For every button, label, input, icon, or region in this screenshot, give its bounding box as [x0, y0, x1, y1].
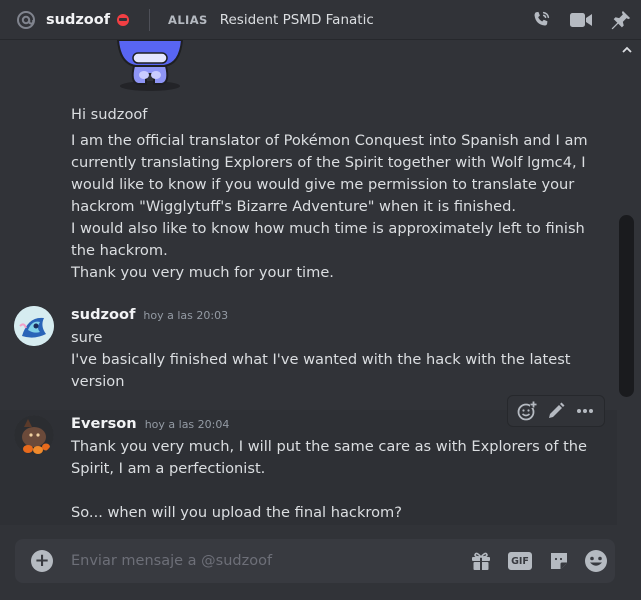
dm-header: sudzoof ALIAS Resident PSMD Fanatic — [0, 0, 641, 40]
message-header: Everson hoy a las 20:04 — [71, 415, 229, 432]
edit-icon[interactable] — [542, 398, 570, 424]
message-line: I am the official translator of Pokémon … — [71, 132, 588, 149]
message-input[interactable] — [71, 539, 451, 583]
message-line: Hi sudzoof — [71, 106, 148, 123]
message-list: Hi sudzoof I am the official translator … — [0, 40, 617, 525]
message-line: Thank you very much for your time. — [71, 264, 334, 281]
wumpus-image — [116, 40, 184, 91]
message-toolbar — [507, 395, 605, 427]
alias-label: ALIAS — [168, 12, 208, 27]
author-name[interactable]: Everson — [71, 415, 137, 432]
timestamp: hoy a las 20:03 — [143, 309, 229, 322]
message-line: currently translating Explorers of the S… — [71, 154, 586, 171]
scrollbar-thumb[interactable] — [619, 215, 634, 397]
message-line: sure — [71, 329, 103, 346]
message-line: Spirit, I am a perfectionist. — [71, 460, 266, 477]
message-line: So... when will you upload the final hac… — [71, 504, 402, 521]
author-name[interactable]: sudzoof — [71, 306, 135, 323]
add-reaction-icon[interactable] — [513, 398, 541, 424]
message-composer: + GIF — [15, 539, 615, 583]
header-divider — [149, 8, 151, 31]
avatar-sudzoof[interactable] — [14, 306, 54, 346]
gift-icon[interactable] — [467, 547, 495, 575]
composer-area: + GIF — [0, 525, 641, 600]
timestamp: hoy a las 20:04 — [144, 418, 230, 431]
gif-icon[interactable]: GIF — [506, 547, 534, 575]
avatar-everson[interactable] — [14, 415, 54, 455]
at-sign-icon — [16, 10, 36, 30]
voice-call-icon[interactable] — [521, 4, 561, 36]
scroll-up-icon[interactable] — [619, 42, 635, 56]
message-line: I would also like to know how much time … — [71, 220, 585, 237]
message-header: sudzoof hoy a las 20:03 — [71, 306, 228, 323]
do-not-disturb-icon — [117, 13, 130, 26]
emoji-icon[interactable] — [582, 547, 610, 575]
message-line: version — [71, 373, 125, 390]
message-line: I've basically finished what I've wanted… — [71, 351, 571, 368]
pin-icon[interactable] — [601, 4, 641, 36]
message-line: Thank you very much, I will put the same… — [71, 438, 588, 455]
add-attachment-icon[interactable]: + — [31, 550, 53, 572]
header-actions — [521, 0, 641, 40]
gif-label: GIF — [511, 555, 529, 567]
message-line: would like to know if you would give me … — [71, 176, 575, 193]
message-line: the hackrom. — [71, 242, 168, 259]
sticker-icon[interactable] — [545, 547, 573, 575]
dm-username[interactable]: sudzoof — [46, 12, 110, 28]
message-line: hackrom "Wigglytuff's Bizarre Adventure"… — [71, 198, 517, 215]
more-icon[interactable] — [571, 398, 599, 424]
alias-value: Resident PSMD Fanatic — [219, 11, 374, 28]
video-call-icon[interactable] — [561, 4, 601, 36]
